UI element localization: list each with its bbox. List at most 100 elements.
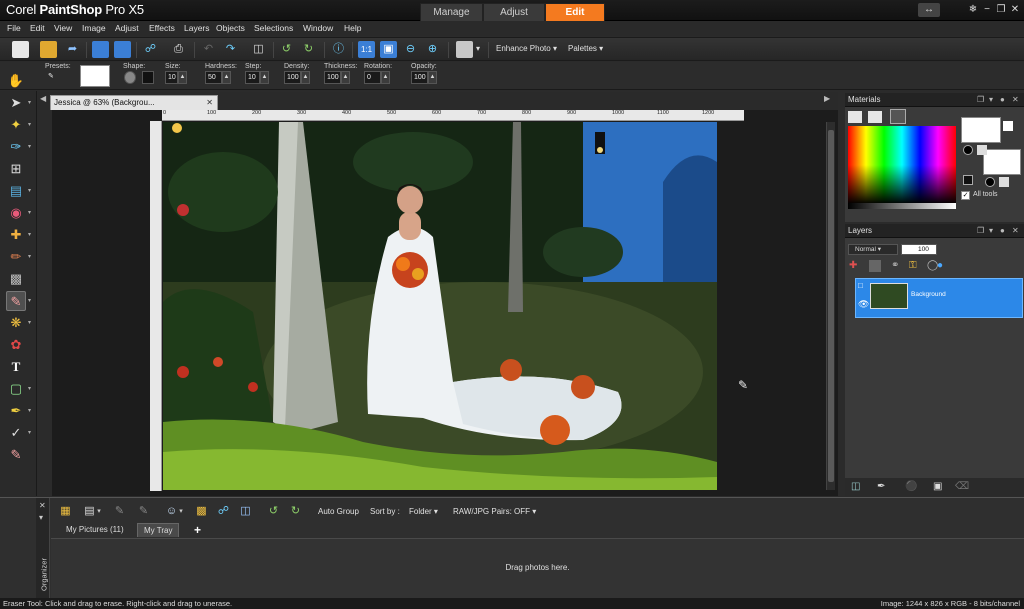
density-field[interactable]: 100 <box>284 71 301 84</box>
new-raster-layer-icon[interactable]: ✚ <box>849 260 861 272</box>
tab-my-pictures[interactable]: My Pictures (11) <box>60 523 130 537</box>
new-file-icon[interactable] <box>12 41 29 58</box>
thickness-field[interactable]: 100 <box>324 71 341 84</box>
text-tool-icon[interactable]: T <box>6 357 26 377</box>
layer-row-background[interactable]: □ 👁 Background <box>855 278 1023 318</box>
menu-view[interactable]: View <box>54 23 72 33</box>
auto-group-button[interactable]: Auto Group <box>318 507 359 516</box>
gradient-fill-icon[interactable]: ▩ <box>6 269 26 289</box>
eraser-tool-icon[interactable]: ✎ <box>6 291 26 311</box>
flood-fill-icon[interactable]: ❋ <box>6 313 26 333</box>
panel-float-icon[interactable]: ❐ <box>977 93 984 107</box>
blend-mode-dropdown[interactable]: Normal ▾ <box>848 244 898 255</box>
info-icon[interactable]: ⓘ <box>330 41 347 58</box>
minimize-icon[interactable]: − <box>980 3 994 17</box>
print-icon[interactable]: ⎙ <box>170 41 187 58</box>
copy-icon[interactable] <box>456 41 473 58</box>
tool-flyout-arrow[interactable]: ▾ <box>28 429 34 436</box>
opacity-spinner[interactable]: ▲ <box>428 71 437 84</box>
fullscreen-toggle-icon[interactable]: ↔ <box>918 3 940 17</box>
menu-image[interactable]: Image <box>82 23 106 33</box>
shape-square-icon[interactable] <box>142 71 154 84</box>
redo-icon[interactable]: ↷ <box>222 41 239 58</box>
tab-my-tray[interactable]: My Tray <box>137 523 180 537</box>
panel-menu-icon[interactable]: ▾ <box>989 224 993 238</box>
style-icon[interactable] <box>963 145 973 155</box>
panel-pin-icon[interactable]: ● <box>1000 224 1005 238</box>
pick-tool-icon[interactable]: ➤ <box>6 93 26 113</box>
paint-brush-icon[interactable]: ✏ <box>6 247 26 267</box>
bg-style-icon[interactable] <box>985 177 995 187</box>
step-spinner[interactable]: ▲ <box>260 71 269 84</box>
pen-tool-icon[interactable]: ✒ <box>6 401 26 421</box>
actual-size-icon[interactable]: 1:1 <box>358 41 375 58</box>
size-spinner[interactable]: ▲ <box>178 71 187 84</box>
magic-wand-icon[interactable]: ✦ <box>6 115 26 135</box>
zoom-out-icon[interactable]: ⊖ <box>402 41 419 58</box>
menu-edit[interactable]: Edit <box>30 23 45 33</box>
capture-icon[interactable]: ◫ <box>237 503 254 520</box>
red-eye-tool-icon[interactable]: ◉ <box>6 203 26 223</box>
mask-layer-icon[interactable]: ⚫ <box>905 481 917 492</box>
tool-flyout-arrow[interactable]: ▾ <box>28 231 34 238</box>
resize-icon[interactable]: ◫ <box>250 41 267 58</box>
bg-texture-icon[interactable] <box>999 177 1009 187</box>
lighten-darken-icon[interactable]: ✎ <box>6 445 26 465</box>
panel-float-icon[interactable]: ❐ <box>977 224 984 238</box>
restore-icon[interactable]: ❐ <box>994 3 1008 17</box>
lock-icon[interactable]: ⚿ <box>909 260 921 272</box>
all-tools-checkbox[interactable]: ✓ <box>961 191 970 200</box>
makeover-tool-icon[interactable]: ✚ <box>6 225 26 245</box>
tool-flyout-arrow[interactable]: ▾ <box>28 143 34 150</box>
panel-pin-icon[interactable]: ● <box>1000 93 1005 107</box>
size-field[interactable]: 10 <box>165 71 178 84</box>
presets-eraser-icon[interactable]: ✎ <box>46 71 66 84</box>
tool-flyout-arrow[interactable]: ▾ <box>28 253 34 260</box>
close-tab-icon[interactable]: ✕ <box>206 96 213 110</box>
open-folder-icon[interactable] <box>40 41 57 58</box>
menu-adjust[interactable]: Adjust <box>115 23 139 33</box>
tool-flyout-arrow[interactable]: ▾ <box>28 209 34 216</box>
link-icon[interactable]: ⚭ <box>891 260 903 272</box>
tool-flyout-arrow[interactable]: ▾ <box>28 121 34 128</box>
tab-manage[interactable]: Manage <box>420 3 483 21</box>
transparent-icon[interactable] <box>963 175 973 185</box>
menu-help[interactable]: Help <box>344 23 361 33</box>
sort-by-dropdown[interactable]: Folder ▾ <box>409 507 438 516</box>
layer-eye-icon[interactable]: 👁 <box>858 299 869 310</box>
disabled-tool-icon[interactable]: ✎ <box>135 503 152 520</box>
tool-flyout-arrow[interactable]: ▾ <box>28 385 34 392</box>
swatches-tab-icon[interactable] <box>890 109 906 124</box>
texture-icon[interactable] <box>977 145 987 155</box>
crop-tool-icon[interactable]: ⊞ <box>6 159 26 179</box>
people-dropdown-icon[interactable]: ▾ <box>177 503 185 520</box>
document-tab[interactable]: Jessica @ 63% (Backgrou... ✕ <box>50 95 218 110</box>
raw-jpg-dropdown[interactable]: RAW/JPG Pairs: OFF ▾ <box>453 507 536 516</box>
rotation-field[interactable]: 0 <box>364 71 381 84</box>
vertical-scrollbar[interactable] <box>826 122 835 490</box>
wedding-photo[interactable] <box>163 122 717 490</box>
organizer-close-icon[interactable]: ✕ <box>39 501 46 510</box>
thickness-spinner[interactable]: ▲ <box>341 71 350 84</box>
brush-layer-icon[interactable]: ✒ <box>877 481 885 492</box>
warp-brush-icon[interactable]: ✓ <box>6 423 26 443</box>
tool-flyout-arrow[interactable]: ▾ <box>28 99 34 106</box>
new-layer-icon[interactable]: ◫ <box>851 481 860 492</box>
brush-tip-preview[interactable] <box>80 65 110 87</box>
dropper-icon[interactable]: ✑ <box>6 137 26 157</box>
undo-icon[interactable]: ↶ <box>200 41 217 58</box>
rotate-left-icon[interactable]: ↺ <box>278 41 295 58</box>
fit-window-icon[interactable]: ▣ <box>380 41 397 58</box>
layer-expand-icon[interactable]: □ <box>858 281 863 290</box>
adjustment-layer-icon[interactable]: ● <box>937 260 949 272</box>
tool-flyout-arrow[interactable]: ▾ <box>28 407 34 414</box>
shape-round-icon[interactable] <box>124 71 136 84</box>
tool-flyout-arrow[interactable]: ▾ <box>28 319 34 326</box>
add-to-tray-icon[interactable]: ▩ <box>193 503 210 520</box>
tool-flyout-arrow[interactable]: ▾ <box>28 187 34 194</box>
menu-file[interactable]: File <box>7 23 21 33</box>
panel-close-icon[interactable]: ✕ <box>1012 224 1019 238</box>
pan-tool-icon[interactable]: ✋ <box>6 71 26 91</box>
panel-close-icon[interactable]: ✕ <box>1012 93 1019 107</box>
copy-dropdown-icon[interactable]: ▾ <box>476 44 480 53</box>
